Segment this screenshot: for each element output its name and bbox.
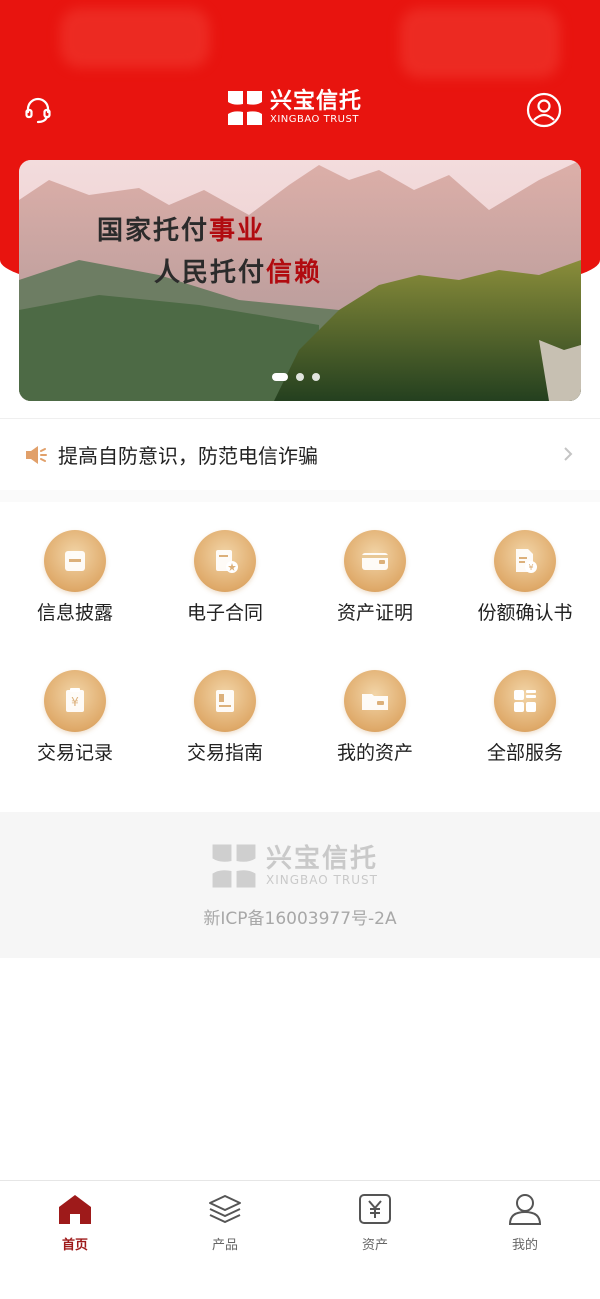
service-all-services[interactable]: 全部服务 xyxy=(450,660,600,780)
carousel-dot[interactable] xyxy=(296,373,304,381)
layers-icon xyxy=(205,1189,245,1229)
footer-brand-name: 兴宝信托 xyxy=(266,844,379,874)
service-label: 我的资产 xyxy=(336,742,413,764)
carousel-dot[interactable] xyxy=(312,373,320,381)
nav-label: 产品 xyxy=(211,1238,238,1253)
notice-text: 提高自防意识，防范电信诈骗 xyxy=(58,444,318,468)
footer-brand-name-en: XINGBAO TRUST xyxy=(266,873,378,887)
service-label: 份额确认书 xyxy=(477,602,573,624)
service-share-confirmation[interactable]: ¥ 份额确认书 xyxy=(450,520,600,640)
section-divider xyxy=(0,490,600,502)
service-label: 全部服务 xyxy=(486,742,563,764)
service-label: 信息披露 xyxy=(36,602,113,624)
notice-bar[interactable]: 提高自防意识，防范电信诈骗 xyxy=(0,418,600,490)
service-info-disclosure[interactable]: 信息披露 xyxy=(0,520,150,640)
certificate-icon: ¥ xyxy=(494,530,556,592)
nav-item-home[interactable]: 首页 xyxy=(0,1189,150,1259)
service-label: 交易记录 xyxy=(36,742,113,764)
footer-logo: 兴宝信托 XINGBAO TRUST xyxy=(210,842,378,890)
contract-icon xyxy=(194,530,256,592)
status-bar-blur xyxy=(400,8,560,78)
guide-book-icon xyxy=(194,670,256,732)
service-asset-certificate[interactable]: 资产证明 xyxy=(300,520,450,640)
top-bar: 兴宝信托 XINGBAO TRUST xyxy=(0,80,600,140)
logo-mark-icon xyxy=(212,844,256,888)
logo-mark-icon xyxy=(228,91,262,125)
bottom-nav: 首页 产品 资产 我的 xyxy=(0,1180,600,1299)
banner-slogan-line1: 国家托付事业 xyxy=(97,216,266,246)
brand-name-en: XINGBAO TRUST xyxy=(270,114,359,125)
yuan-record-icon: ¥ xyxy=(44,670,106,732)
nav-item-products[interactable]: 产品 xyxy=(150,1189,300,1259)
icp-license-text: 新ICP备16003977号-2A xyxy=(203,909,397,929)
service-label: 电子合同 xyxy=(186,602,263,624)
folder-wallet-icon xyxy=(344,670,406,732)
person-icon xyxy=(505,1189,545,1229)
brand-logo: 兴宝信托 XINGBAO TRUST xyxy=(226,89,362,127)
svg-text:¥: ¥ xyxy=(71,695,79,709)
document-icon xyxy=(44,530,106,592)
service-e-contract[interactable]: 电子合同 xyxy=(150,520,300,640)
nav-item-mine[interactable]: 我的 xyxy=(450,1189,600,1259)
nav-label: 资产 xyxy=(361,1238,388,1253)
svg-text:¥: ¥ xyxy=(528,563,533,572)
brand-name: 兴宝信托 xyxy=(270,89,363,114)
carousel-indicator xyxy=(272,373,320,381)
wallet-icon xyxy=(344,530,406,592)
service-my-assets[interactable]: 我的资产 xyxy=(300,660,450,780)
carousel-dot-active[interactable] xyxy=(272,373,288,381)
service-label: 交易指南 xyxy=(186,742,263,764)
service-label: 资产证明 xyxy=(336,602,413,624)
service-trading-guide[interactable]: 交易指南 xyxy=(150,660,300,780)
chevron-right-icon xyxy=(564,447,573,461)
banner-slogan-line2: 人民托付信赖 xyxy=(154,258,323,288)
headset-icon[interactable] xyxy=(20,92,56,128)
user-circle-icon[interactable] xyxy=(526,92,562,128)
service-transaction-records[interactable]: ¥ 交易记录 xyxy=(0,660,150,780)
nav-item-assets[interactable]: 资产 xyxy=(300,1189,450,1259)
nav-label: 首页 xyxy=(61,1238,88,1253)
footer-brand-section: 兴宝信托 XINGBAO TRUST 新ICP备16003977号-2A xyxy=(0,812,600,958)
status-bar-blur xyxy=(60,8,210,68)
grid-icon xyxy=(494,670,556,732)
speaker-icon xyxy=(26,445,47,464)
nav-label: 我的 xyxy=(511,1238,538,1253)
promo-banner[interactable]: 国家托付事业 人民托付信赖 xyxy=(19,160,581,401)
yuan-box-icon xyxy=(355,1189,395,1229)
home-icon xyxy=(55,1189,95,1229)
